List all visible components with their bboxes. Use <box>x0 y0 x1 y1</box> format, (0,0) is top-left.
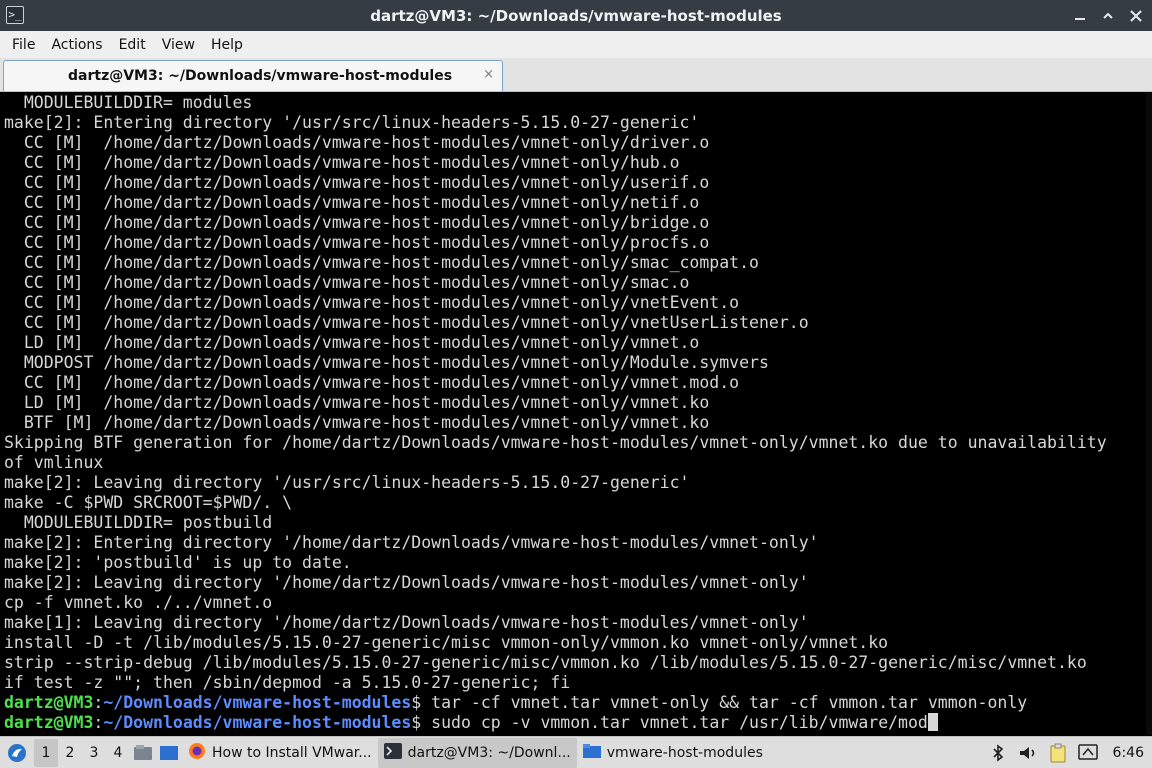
terminal-prompt-line: dartz@VM3:~/Downloads/vmware-host-module… <box>4 713 1152 733</box>
prompt-path: ~/Downloads/vmware-host-modules <box>103 713 412 732</box>
task-label: vmware-host-modules <box>606 744 763 761</box>
terminal-line: make[2]: Leaving directory '/usr/src/lin… <box>4 473 690 492</box>
terminal-line: CC [M] /home/dartz/Downloads/vmware-host… <box>4 313 809 332</box>
folder-icon <box>582 743 601 763</box>
command-input[interactable]: sudo cp -v vmmon.tar vmnet.tar /usr/lib/… <box>431 713 928 732</box>
terminal-scrollbar[interactable] <box>1146 93 1152 735</box>
task-terminal[interactable]: dartz@VM3: ~/Downl... <box>377 737 577 768</box>
bluetooth-icon[interactable] <box>987 742 1009 764</box>
terminal-line: CC [M] /home/dartz/Downloads/vmware-host… <box>4 253 759 272</box>
terminal-line: CC [M] /home/dartz/Downloads/vmware-host… <box>4 173 710 192</box>
tab-close-icon[interactable]: × <box>483 67 494 82</box>
volume-icon[interactable] <box>1017 742 1039 764</box>
terminal-line: BTF [M] /home/dartz/Downloads/vmware-hos… <box>4 413 710 432</box>
text-cursor <box>927 713 938 731</box>
tab-bar: dartz@VM3: ~/Downloads/vmware-host-modul… <box>0 58 1152 92</box>
terminal-line: CC [M] /home/dartz/Downloads/vmware-host… <box>4 293 740 312</box>
terminal-line: CC [M] /home/dartz/Downloads/vmware-host… <box>4 233 710 252</box>
menubar: File Actions Edit View Help <box>0 31 1152 58</box>
terminal-line: of vmlinux <box>4 453 104 472</box>
task-label: dartz@VM3: ~/Downl... <box>407 744 571 761</box>
terminal-line: make -C $PWD SRCROOT=$PWD/. \ <box>4 493 293 512</box>
terminal-line: CC [M] /home/dartz/Downloads/vmware-host… <box>4 213 710 232</box>
menu-file[interactable]: File <box>4 37 43 53</box>
task-file-manager[interactable]: vmware-host-modules <box>577 738 769 768</box>
prompt-user: dartz@VM3 <box>4 693 94 712</box>
window-title: dartz@VM3: ~/Downloads/vmware-host-modul… <box>370 6 782 25</box>
terminal-prompt-line: dartz@VM3:~/Downloads/vmware-host-module… <box>4 693 1152 713</box>
task-firefox[interactable]: How to Install VMwar... <box>182 738 378 768</box>
terminal-line: if test -z ""; then /sbin/depmod -a 5.15… <box>4 673 571 692</box>
prompt-end: $ <box>411 713 432 732</box>
show-desktop-icon[interactable] <box>156 737 182 768</box>
network-icon[interactable] <box>1077 742 1099 764</box>
terminal-line: LD [M] /home/dartz/Downloads/vmware-host… <box>4 393 710 412</box>
terminal-lines: MODULEBUILDDIR= modules make[2]: Entering… <box>4 93 1152 693</box>
terminal-icon[interactable]: >_ <box>6 6 24 24</box>
desktop-2[interactable]: 2 <box>58 739 82 767</box>
terminal-line: Skipping BTF generation for /home/dartz/… <box>4 433 1107 452</box>
prompt-end: $ <box>411 693 432 712</box>
menu-actions[interactable]: Actions <box>43 37 110 53</box>
terminal-line: MODULEBUILDDIR= modules <box>4 93 253 112</box>
minimize-icon[interactable] <box>1072 8 1088 24</box>
desktop-4[interactable]: 4 <box>106 739 130 767</box>
terminal-line: CC [M] /home/dartz/Downloads/vmware-host… <box>4 193 700 212</box>
clipboard-icon[interactable] <box>1047 742 1069 764</box>
terminal-line: LD [M] /home/dartz/Downloads/vmware-host… <box>4 333 700 352</box>
prompt-separator: : <box>93 693 104 712</box>
file-manager-launcher-icon[interactable] <box>130 737 156 768</box>
terminal-icon <box>383 742 402 763</box>
terminal-line: make[2]: Entering directory '/usr/src/li… <box>4 113 700 132</box>
tab-label: dartz@VM3: ~/Downloads/vmware-host-modul… <box>68 68 453 84</box>
clock[interactable]: 6:46 <box>1113 745 1144 761</box>
start-menu-icon[interactable] <box>0 737 34 768</box>
terminal-line: MODULEBUILDDIR= postbuild <box>4 513 273 532</box>
terminal-line: CC [M] /home/dartz/Downloads/vmware-host… <box>4 373 740 392</box>
menu-help[interactable]: Help <box>203 37 251 53</box>
desktop-3[interactable]: 3 <box>82 739 106 767</box>
prompt-user: dartz@VM3 <box>4 713 94 732</box>
close-icon[interactable] <box>1128 8 1144 24</box>
terminal-line: CC [M] /home/dartz/Downloads/vmware-host… <box>4 273 690 292</box>
terminal-line: CC [M] /home/dartz/Downloads/vmware-host… <box>4 133 710 152</box>
terminal-output[interactable]: MODULEBUILDDIR= modules make[2]: Entering… <box>0 93 1152 735</box>
prompt-separator: : <box>93 713 104 732</box>
desktop-1[interactable]: 1 <box>34 738 58 767</box>
window-controls <box>1072 0 1144 31</box>
terminal-line: make[2]: Entering directory '/home/dartz… <box>4 533 819 552</box>
terminal-line: cp -f vmnet.ko ./../vmnet.o <box>4 593 273 612</box>
terminal-line: strip --strip-debug /lib/modules/5.15.0-… <box>4 653 1087 672</box>
window-titlebar[interactable]: >_ dartz@VM3: ~/Downloads/vmware-host-mo… <box>0 0 1152 31</box>
terminal-line: make[2]: Leaving directory '/home/dartz/… <box>4 573 809 592</box>
taskbar: 1 2 3 4 How to Install VMwar... dartz@VM… <box>0 736 1152 768</box>
terminal-line: make[2]: 'postbuild' is up to date. <box>4 553 352 572</box>
terminal-line: install -D -t /lib/modules/5.15.0-27-gen… <box>4 633 889 652</box>
maximize-icon[interactable] <box>1100 8 1116 24</box>
prompt-path: ~/Downloads/vmware-host-modules <box>103 693 412 712</box>
tab-terminal[interactable]: dartz@VM3: ~/Downloads/vmware-host-modul… <box>3 60 503 91</box>
task-label: How to Install VMwar... <box>212 744 372 761</box>
system-tray: 6:46 <box>987 737 1152 768</box>
command-text: tar -cf vmnet.tar vmnet-only && tar -cf … <box>431 693 1028 712</box>
menu-edit[interactable]: Edit <box>111 37 154 53</box>
firefox-icon <box>188 742 206 764</box>
terminal-line: CC [M] /home/dartz/Downloads/vmware-host… <box>4 153 680 172</box>
terminal-line: make[1]: Leaving directory '/home/dartz/… <box>4 613 809 632</box>
terminal-line: MODPOST /home/dartz/Downloads/vmware-hos… <box>4 353 769 372</box>
menu-view[interactable]: View <box>154 37 203 53</box>
